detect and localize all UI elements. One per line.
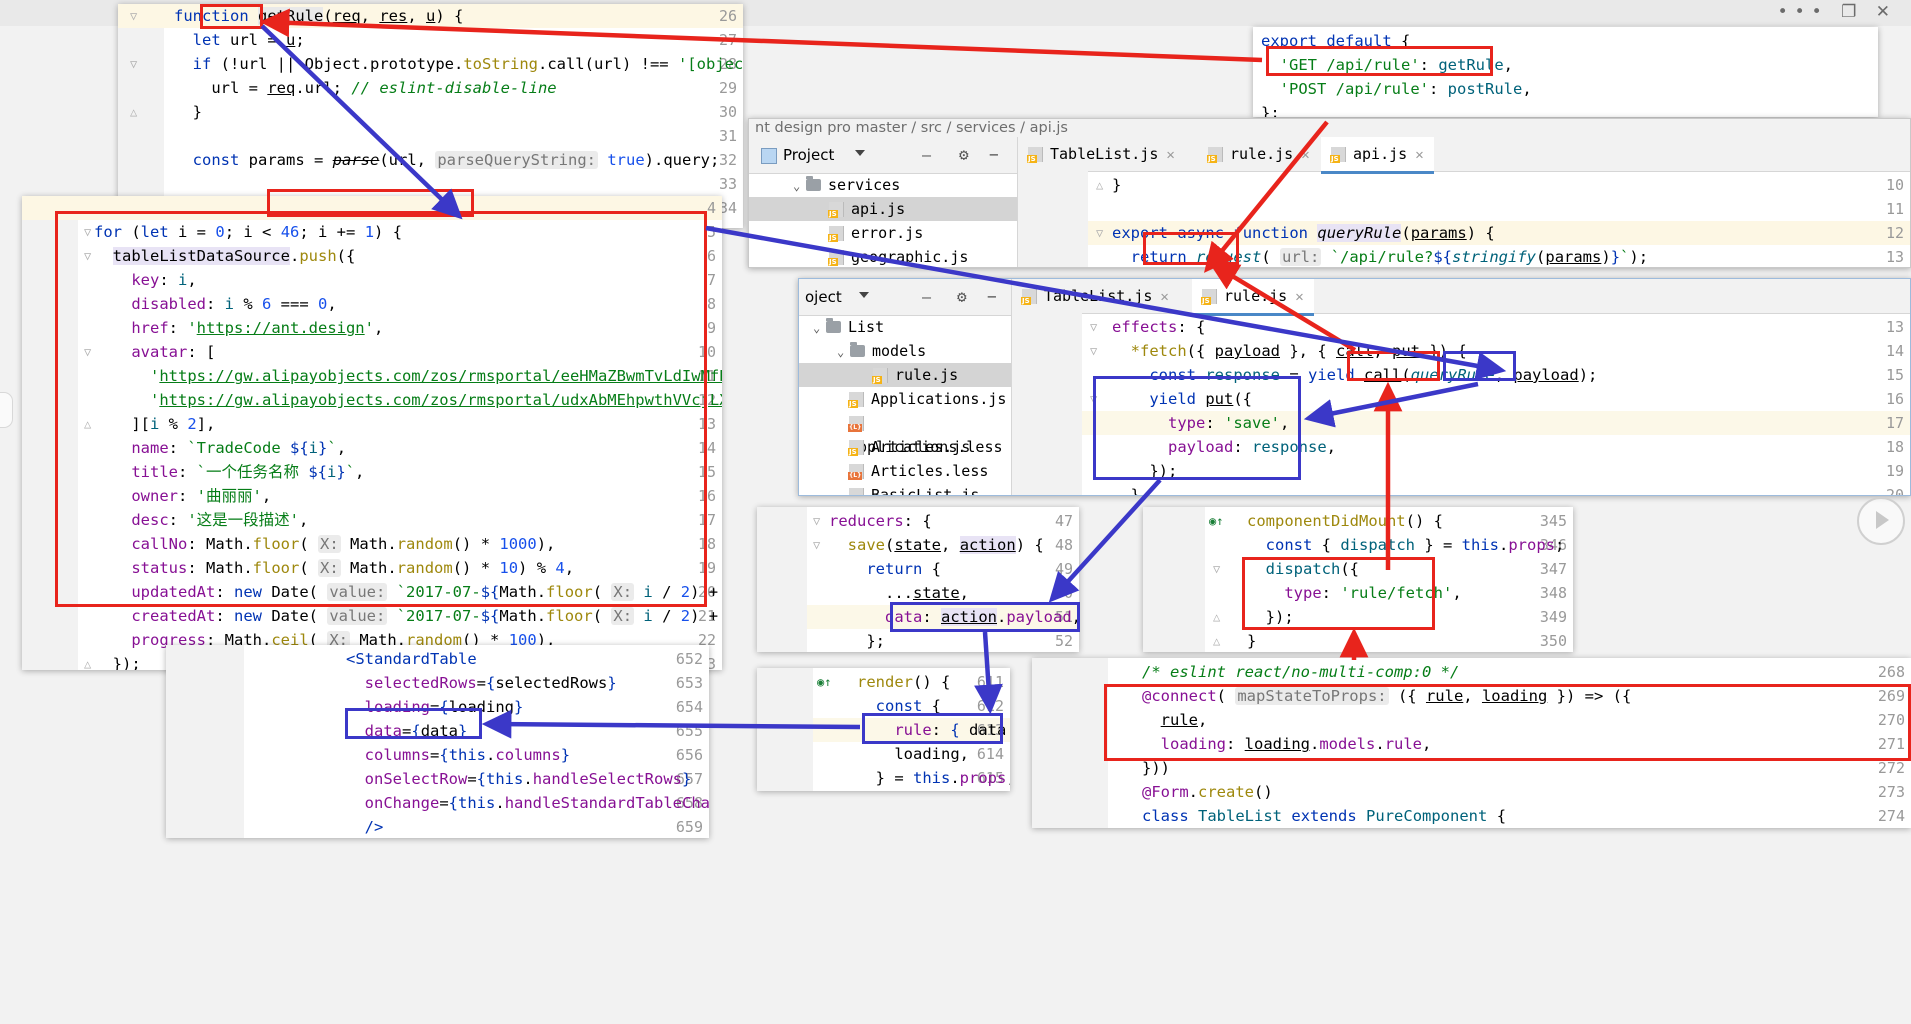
connect-popup[interactable]: 268 /* eslint react/no-multi-comp:0 */ 2… <box>1032 658 1911 828</box>
render-popup[interactable]: 611 ◉↑ render() { 612 const { 613 rule: … <box>757 668 1010 791</box>
tree-item-models[interactable]: ⌄ models <box>799 339 1011 363</box>
window-controls[interactable]: ••• ❐ ✕ <box>1778 2 1897 22</box>
datasource-loop-editor[interactable]: 4 5 ▽ for (let i = 0; i < 46; i += 1) { … <box>22 196 722 670</box>
project-tree-2[interactable]: ⌄List ⌄models rule.js Applications.js Ap… <box>799 315 1011 495</box>
tab-rule-js[interactable]: rule.js✕ <box>1198 137 1320 171</box>
tree-item-rule-js[interactable]: rule.js <box>799 363 1011 387</box>
reducers-popup[interactable]: 47 ▽ reducers: { 48 ▽ save(state, action… <box>757 507 1079 652</box>
rule-js-code: 13 ▽ effects: { 14 ▽ *fetch({ payload },… <box>1012 313 1910 495</box>
api-js-code: 10 △ } 11 12 ▽ export async function que… <box>1018 171 1910 267</box>
less-file-icon <box>848 416 864 432</box>
js-file-icon <box>1027 147 1043 163</box>
close-window-icon[interactable]: ✕ <box>1876 2 1897 22</box>
folder-icon <box>806 176 821 191</box>
hide-icon[interactable]: − <box>987 287 997 306</box>
reducers-code: 47 ▽ reducers: { 48 ▽ save(state, action… <box>757 507 1079 652</box>
js-file-icon <box>1021 289 1037 305</box>
js-file-icon <box>1207 147 1223 163</box>
close-tab-icon[interactable]: ✕ <box>1301 147 1309 163</box>
js-file-icon <box>828 226 844 242</box>
close-tab-icon[interactable]: ✕ <box>1160 289 1168 305</box>
component-did-mount-popup[interactable]: 345 ◉↑ componentDidMount() { 346 const {… <box>1143 507 1573 652</box>
tab-api-js[interactable]: api.js✕ <box>1321 137 1434 174</box>
tree-item-error-js[interactable]: error.js <box>749 221 1017 245</box>
tab-tablelist-js[interactable]: TableList.js✕ <box>1018 137 1185 171</box>
project-tool-window-header-2[interactable]: oject ― ⚙ − <box>799 279 1011 316</box>
project-tool-window-title-2: oject <box>805 288 842 306</box>
tab-tablelist-js-2[interactable]: TableList.js✕ <box>1012 279 1179 313</box>
close-tab-icon[interactable]: ✕ <box>1295 289 1303 305</box>
render-code: 611 ◉↑ render() { 612 const { 613 rule: … <box>757 668 1010 791</box>
api-js-window[interactable]: nt design pro master / src / services / … <box>748 118 1911 268</box>
mock-rule-code: 26 ▽ function getRule(req, res, u) { 27 … <box>118 4 743 228</box>
tree-item-applications-less[interactable]: Applications.less <box>799 411 1011 456</box>
standard-table-popup[interactable]: 652 <StandardTable 653 selectedRows={sel… <box>166 645 709 838</box>
js-file-icon <box>1201 289 1217 305</box>
close-tab-icon[interactable]: ✕ <box>1415 147 1423 163</box>
editor-tabs-2[interactable]: TableList.js✕ rule.js✕ <box>1012 279 1910 316</box>
tree-item-list[interactable]: ⌄ List <box>799 315 1011 339</box>
tree-item-services[interactable]: ⌄ services <box>749 173 1017 197</box>
standard-table-code: 652 <StandardTable 653 selectedRows={sel… <box>166 645 709 838</box>
folder-icon <box>826 318 841 333</box>
tree-item-api-js[interactable]: api.js <box>749 197 1017 221</box>
mock-rule-editor[interactable]: 26 ▽ function getRule(req, res, u) { 27 … <box>118 4 743 228</box>
component-did-mount-code: 345 ◉↑ componentDidMount() { 346 const {… <box>1143 507 1573 652</box>
js-file-icon <box>872 368 888 384</box>
chevron-down-icon[interactable] <box>859 292 869 298</box>
project-icon <box>761 148 777 164</box>
breadcrumb: nt design pro master / src / services / … <box>755 120 1068 136</box>
project-tree[interactable]: ⌄services api.js error.js geographic.js … <box>749 173 1017 267</box>
folder-icon <box>850 342 865 357</box>
chevron-down-icon[interactable] <box>855 150 865 156</box>
js-file-icon <box>848 392 864 408</box>
chevron-down-icon[interactable]: ⌄ <box>837 340 850 364</box>
tab-rule-js-2[interactable]: rule.js✕ <box>1192 279 1314 316</box>
collapse-all-icon[interactable]: ― <box>922 288 931 306</box>
export-default-code: export default { 'GET /api/rule': getRul… <box>1261 32 1532 117</box>
tree-item-geographic-js[interactable]: geographic.js <box>749 245 1017 267</box>
connect-code: 268 /* eslint react/no-multi-comp:0 */ 2… <box>1032 658 1911 828</box>
js-file-icon <box>1330 147 1346 163</box>
next-slide-button[interactable] <box>1857 497 1905 545</box>
js-file-icon <box>828 250 844 266</box>
js-file-icon <box>848 440 864 456</box>
close-tab-icon[interactable]: ✕ <box>1166 147 1174 163</box>
js-file-icon <box>849 488 864 495</box>
rule-js-window[interactable]: oject ― ⚙ − ⌄List ⌄models rule.js Applic… <box>798 278 1911 496</box>
editor-left-handle[interactable] <box>0 392 13 428</box>
tree-item-articles-js[interactable]: Articles.js <box>799 435 1011 459</box>
tree-item-applications-js[interactable]: Applications.js <box>799 387 1011 411</box>
js-file-icon <box>828 202 844 218</box>
less-file-icon <box>848 464 864 480</box>
tree-item-basiclist-js[interactable]: BasicList.js <box>799 483 1011 495</box>
hide-icon[interactable]: − <box>989 145 999 164</box>
more-options-icon[interactable]: ••• <box>1778 2 1829 22</box>
export-default-popup[interactable]: export default { 'GET /api/rule': getRul… <box>1253 27 1878 117</box>
project-tool-window-header[interactable]: Project ― ⚙ − <box>749 137 1017 174</box>
tree-item-articles-less[interactable]: Articles.less <box>799 459 1011 483</box>
project-tool-window-title: Project <box>783 146 835 164</box>
gear-icon[interactable]: ⚙ <box>957 287 967 306</box>
chevron-down-icon[interactable]: ⌄ <box>793 174 806 198</box>
datasource-code: 4 5 ▽ for (let i = 0; i < 46; i += 1) { … <box>22 196 722 670</box>
restore-window-icon[interactable]: ❐ <box>1841 2 1863 22</box>
chevron-down-icon[interactable]: ⌄ <box>813 316 826 340</box>
gear-icon[interactable]: ⚙ <box>959 145 969 164</box>
editor-tabs[interactable]: TableList.js✕ rule.js✕ api.js✕ <box>1018 137 1910 174</box>
collapse-all-icon[interactable]: ― <box>922 146 931 164</box>
